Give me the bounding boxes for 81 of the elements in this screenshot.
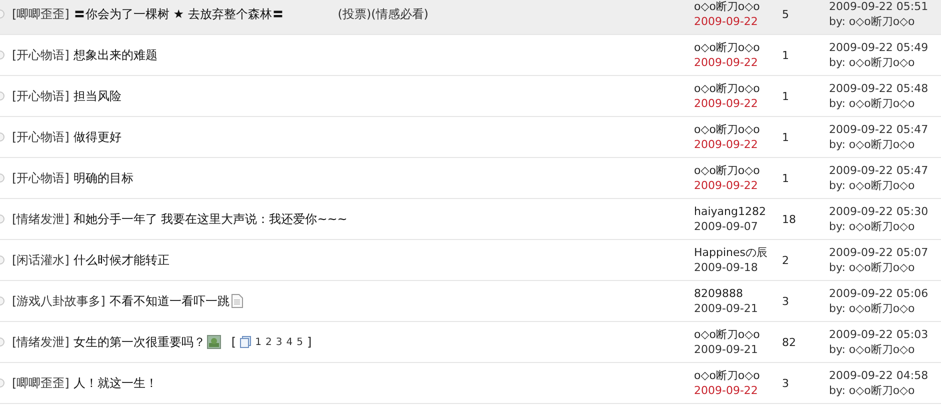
thread-category[interactable]: [闲话灌水] — [12, 252, 70, 268]
thread-category[interactable]: [开心物语] — [12, 170, 70, 186]
thread-category[interactable]: [唧唧歪歪] — [12, 374, 70, 392]
page-bracket: ] — [306, 335, 312, 349]
last-poster[interactable]: by: o◇o断刀o◇o — [829, 96, 941, 111]
post-date: 2009-09-22 — [694, 137, 759, 152]
thread-category[interactable]: [情绪发泄] — [12, 334, 70, 350]
image-icon — [207, 335, 222, 349]
thread-title[interactable]: 不看不知道一看吓一跳 — [109, 292, 230, 310]
page-link[interactable]: 2 — [265, 336, 272, 348]
last-post-time[interactable]: 2009-09-22 05:49 — [829, 40, 941, 55]
reply-count: 82 — [781, 336, 797, 348]
last-poster[interactable]: by: o◇o断刀o◇o — [829, 137, 941, 152]
reply-count: 1 — [781, 172, 790, 184]
reply-count: 5 — [781, 8, 790, 20]
reply-count: 3 — [781, 376, 790, 390]
last-poster[interactable]: by: o◇o断刀o◇o — [829, 260, 941, 275]
author-name[interactable]: o◇o断刀o◇o — [694, 81, 780, 96]
last-post-time[interactable]: 2009-09-22 05:47 — [829, 122, 941, 137]
last-poster[interactable]: by: o◇o断刀o◇o — [829, 14, 941, 29]
thread-category[interactable]: [开心物语] — [12, 88, 70, 104]
thread-category[interactable]: [开心物语] — [12, 46, 70, 64]
reply-count: 1 — [781, 130, 790, 144]
last-poster[interactable]: by: o◇o断刀o◇o — [829, 55, 941, 70]
last-post-time[interactable]: 2009-09-22 05:03 — [829, 327, 941, 342]
author-name[interactable]: o◇o断刀o◇o — [694, 368, 780, 383]
author-name[interactable]: o◇o断刀o◇o — [694, 163, 780, 178]
author-name[interactable]: haiyang1282 — [694, 204, 780, 219]
last-poster[interactable]: by: o◇o断刀o◇o — [829, 301, 941, 316]
last-poster[interactable]: by: o◇o断刀o◇o — [829, 178, 941, 193]
last-post-time[interactable]: 2009-09-22 05:48 — [829, 81, 941, 96]
page-link[interactable]: 1 — [255, 336, 262, 348]
reply-count: 2 — [781, 254, 790, 266]
author-name[interactable]: o◇o断刀o◇o — [694, 327, 780, 342]
post-date: 2009-09-22 — [694, 178, 759, 193]
thread-title[interactable]: 和她分手一年了 我要在这里大声说：我还爱你~~~ — [73, 210, 348, 228]
post-date: 2009-09-21 — [694, 342, 759, 357]
last-post-time[interactable]: 2009-09-22 05:07 — [829, 245, 941, 260]
thread-title[interactable]: 明确的目标 — [73, 170, 134, 186]
post-date: 2009-09-18 — [694, 260, 759, 275]
last-post-time[interactable]: 2009-09-22 05:30 — [829, 204, 941, 219]
thread-category[interactable]: [情绪发泄] — [12, 210, 70, 228]
thread-tags: (投票)(情感必看) — [338, 6, 428, 22]
post-date: 2009-09-21 — [694, 301, 759, 316]
thread-title[interactable]: 女生的第一次很重要吗？ — [73, 334, 206, 350]
last-poster[interactable]: by: o◇o断刀o◇o — [829, 383, 941, 398]
post-date: 2009-09-07 — [694, 219, 759, 234]
document-icon — [231, 294, 244, 308]
post-date: 2009-09-22 — [694, 14, 759, 29]
author-name[interactable]: Happinesの辰 — [694, 245, 780, 260]
thread-title[interactable]: 人！就这一生！ — [73, 374, 158, 392]
thread-title[interactable]: 做得更好 — [73, 128, 122, 146]
author-name[interactable]: o◇o断刀o◇o — [694, 0, 780, 14]
post-date: 2009-09-22 — [694, 55, 759, 70]
thread-category[interactable]: [游戏八卦故事多] — [12, 292, 106, 310]
reply-count: 18 — [781, 212, 797, 226]
author-name[interactable]: o◇o断刀o◇o — [694, 122, 780, 137]
author-name[interactable]: 8209888 — [694, 286, 780, 301]
last-poster[interactable]: by: o◇o断刀o◇o — [829, 342, 941, 357]
reply-count: 1 — [781, 48, 790, 62]
post-date: 2009-09-22 — [694, 96, 759, 111]
last-post-time[interactable]: 2009-09-22 04:58 — [829, 368, 941, 383]
thread-title[interactable]: 什么时候才能转正 — [73, 252, 170, 268]
last-post-time[interactable]: 2009-09-22 05:51 — [829, 0, 941, 14]
last-post-time[interactable]: 2009-09-22 05:06 — [829, 286, 941, 301]
page-bracket: [ — [231, 335, 236, 349]
last-poster[interactable]: by: o◇o断刀o◇o — [829, 219, 941, 234]
pages-icon — [240, 336, 252, 348]
page-link[interactable]: 3 — [276, 336, 282, 348]
last-post-time[interactable]: 2009-09-22 05:47 — [829, 163, 941, 178]
reply-count: 1 — [781, 90, 790, 102]
author-name[interactable]: o◇o断刀o◇o — [694, 40, 780, 55]
thread-category[interactable]: [开心物语] — [12, 128, 70, 146]
reply-count: 3 — [781, 294, 790, 308]
thread-category[interactable]: [唧唧歪歪] — [12, 6, 70, 22]
post-date: 2009-09-22 — [694, 383, 759, 398]
thread-title[interactable]: 担当风险 — [73, 88, 122, 104]
page-link[interactable]: 4 — [286, 336, 293, 348]
thread-title[interactable]: 想象出来的难题 — [73, 46, 158, 64]
page-link[interactable]: 5 — [296, 336, 303, 348]
thread-title[interactable]: 〓你会为了一棵树 ★ 去放弃整个森林〓 — [73, 6, 284, 22]
